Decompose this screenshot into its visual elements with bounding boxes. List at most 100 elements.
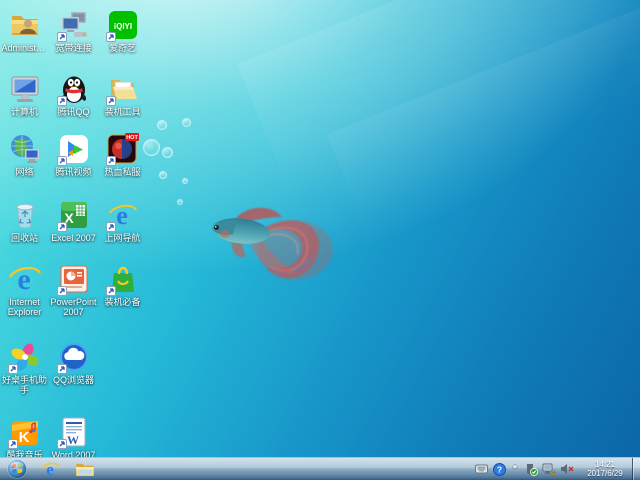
svg-text:K: K xyxy=(18,429,29,446)
help-icon: ? xyxy=(493,463,506,476)
taskbar-explorer-button[interactable] xyxy=(72,459,98,480)
shortcut-arrow-icon xyxy=(106,222,116,232)
computer-monitor-icon xyxy=(8,72,42,106)
desktop-icon-essentials[interactable]: 装机必备 xyxy=(98,262,147,340)
desktop-icon-tencent-video[interactable]: 腾讯视频 xyxy=(49,132,98,198)
system-tray: ? xyxy=(472,458,640,480)
desktop-icon-web-nav[interactable]: e 上网导航 xyxy=(98,198,147,262)
shortcut-arrow-icon xyxy=(57,96,67,106)
qq-penguin-icon xyxy=(57,72,91,106)
icon-label: 腾讯视频 xyxy=(55,167,91,177)
recycle-bin-icon xyxy=(8,198,42,232)
icon-label: Internet Explorer xyxy=(0,297,49,317)
tray-help[interactable]: ? xyxy=(492,462,506,476)
icon-label: 好桌手机助手 xyxy=(0,375,49,395)
shopping-bag-icon xyxy=(106,262,140,296)
bubble xyxy=(159,171,167,179)
chevron-up-icon xyxy=(511,463,519,469)
icon-label: 爱奇艺 xyxy=(109,43,136,53)
bubble xyxy=(177,199,183,205)
tray-input-indicator[interactable] xyxy=(474,462,488,476)
desktop-icon-install-tools[interactable]: 装机工具 xyxy=(98,72,147,132)
shortcut-arrow-icon xyxy=(57,156,67,166)
bubble xyxy=(182,118,191,127)
browser-e-icon: e xyxy=(106,198,140,232)
internet-explorer-icon: e xyxy=(8,262,42,296)
tray-security[interactable] xyxy=(524,462,538,476)
desktop-icon-iqiyi[interactable]: iQIYI 爱奇艺 xyxy=(98,8,147,72)
tray-clock[interactable]: 14:21 2017/6/29 xyxy=(581,460,629,478)
taskbar: e ? xyxy=(0,457,640,480)
bubble xyxy=(157,120,167,130)
icon-label: 腾讯QQ xyxy=(57,107,89,117)
game-hot-icon: HOT xyxy=(106,132,140,166)
powerpoint-icon xyxy=(57,262,91,296)
tencent-video-icon xyxy=(57,132,91,166)
tray-volume[interactable] xyxy=(560,462,574,476)
pinwheel-icon xyxy=(8,340,42,374)
clock-date: 2017/6/29 xyxy=(581,469,629,478)
desktop-icon-administrator[interactable]: Administrator xyxy=(0,8,49,72)
shortcut-arrow-icon xyxy=(8,439,18,449)
tray-network[interactable] xyxy=(542,462,556,476)
start-button[interactable] xyxy=(6,458,28,480)
folder-icon xyxy=(75,461,95,478)
desktop-icon-powerpoint[interactable]: PowerPoint 2007 xyxy=(49,262,98,340)
word-icon: W xyxy=(57,415,91,449)
windows-logo-icon xyxy=(7,459,27,479)
icon-label: Excel 2007 xyxy=(51,233,96,243)
icon-label: 网络 xyxy=(15,167,33,177)
icon-label: 计算机 xyxy=(11,107,38,117)
user-folder-icon xyxy=(8,8,42,42)
qq-browser-icon xyxy=(57,340,91,374)
desktop-icon-game[interactable]: HOT 热血私服 xyxy=(98,132,147,198)
internet-explorer-icon: e xyxy=(41,460,60,479)
desktop-icon-recycle-bin[interactable]: 回收站 xyxy=(0,198,49,262)
icon-label: 回收站 xyxy=(11,233,38,243)
shortcut-arrow-icon xyxy=(106,32,116,42)
light-ray xyxy=(237,0,640,203)
desktop-icon-broadband[interactable]: 宽带连接 xyxy=(49,8,98,72)
icon-label: 上网导航 xyxy=(104,233,140,243)
icon-label: 宽带连接 xyxy=(55,43,91,53)
shortcut-arrow-icon xyxy=(106,96,116,106)
desktop-icon-excel[interactable]: X Excel 2007 xyxy=(49,198,98,262)
network-computers-icon xyxy=(57,8,91,42)
taskbar-ie-button[interactable]: e xyxy=(37,459,63,480)
icon-label: PowerPoint 2007 xyxy=(49,297,98,317)
shortcut-arrow-icon xyxy=(57,364,67,374)
light-ray xyxy=(327,0,640,218)
tray-show-hidden[interactable] xyxy=(510,459,520,473)
svg-text:HOT: HOT xyxy=(126,135,138,141)
desktop-icon-computer[interactable]: 计算机 xyxy=(0,72,49,132)
globe-network-icon xyxy=(8,132,42,166)
clock-time: 14:21 xyxy=(581,460,629,469)
svg-text:?: ? xyxy=(496,464,501,474)
desktop-icon-internet-explorer[interactable]: e Internet Explorer xyxy=(0,262,49,340)
desktop-icon-qq[interactable]: 腾讯QQ xyxy=(49,72,98,132)
open-folder-icon xyxy=(106,72,140,106)
shortcut-arrow-icon xyxy=(57,439,67,449)
shortcut-arrow-icon xyxy=(8,364,18,374)
volume-muted-icon xyxy=(560,463,574,475)
desktop-icon-qq-browser[interactable]: QQ浏览器 xyxy=(49,340,98,415)
network-warning-icon xyxy=(542,463,556,476)
keyboard-icon xyxy=(475,464,488,474)
show-desktop-button[interactable] xyxy=(632,458,640,480)
desktop-icon-network[interactable]: 网络 xyxy=(0,132,49,198)
excel-icon: X xyxy=(57,198,91,232)
icon-label: 装机工具 xyxy=(104,107,140,117)
security-check-icon xyxy=(525,463,538,476)
desktop-icon-phone-assistant[interactable]: 好桌手机助手 xyxy=(0,340,49,415)
iqiyi-icon: iQIYI xyxy=(106,8,140,42)
shortcut-arrow-icon xyxy=(57,286,67,296)
bubble xyxy=(162,147,173,158)
svg-text:iQIYI: iQIYI xyxy=(113,22,131,31)
svg-text:W: W xyxy=(67,433,79,447)
bubble xyxy=(182,178,188,184)
shortcut-arrow-icon xyxy=(106,286,116,296)
icon-label: 装机必备 xyxy=(104,297,140,307)
shortcut-arrow-icon xyxy=(57,32,67,42)
icon-label: 热血私服 xyxy=(104,167,140,177)
betta-fish-image xyxy=(203,190,338,295)
